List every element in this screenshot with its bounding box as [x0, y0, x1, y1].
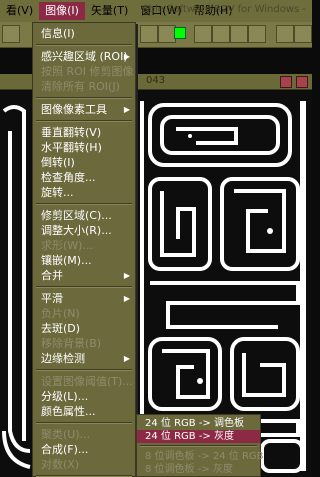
menu-item[interactable]: 合成(F)... — [33, 442, 135, 457]
menu-separator — [36, 286, 132, 288]
menu-item-label: 合并 — [41, 269, 63, 282]
menu-item[interactable]: 图像像素工具 ▶ — [33, 102, 135, 117]
submenu-item[interactable]: 24 位 RGB -> 灰度 — [137, 430, 260, 443]
menu-separator — [36, 369, 132, 371]
pointer-icon[interactable] — [276, 25, 294, 43]
menu-item[interactable]: 感兴趣区域 (ROI) ▶ — [33, 49, 135, 64]
menu-separator — [36, 203, 132, 205]
menu-item[interactable]: 平滑 ▶ — [33, 291, 135, 306]
submenu-arrow-icon: ▶ — [123, 294, 130, 303]
menu-image[interactable]: 图像(I) — [39, 2, 85, 20]
menu-item[interactable]: 对数(X) — [33, 457, 135, 472]
menu-item-label: 边缘检测 — [41, 352, 85, 365]
menu-item[interactable]: 分级(L)... — [33, 389, 135, 404]
menu-item-label: 去斑(D) — [41, 322, 81, 335]
convert-submenu: 24 位 RGB -> 调色板 24 位 RGB -> 灰度 8 位调色板 -> 2… — [136, 414, 264, 477]
menu-item-label: 水平翻转(H) — [41, 141, 102, 154]
menu-item-label: 垂直翻转(V) — [41, 126, 102, 139]
menu-item-label: 镶嵌(M)... — [41, 254, 92, 267]
toolbar-button[interactable] — [140, 25, 158, 43]
menu-item[interactable]: 水平翻转(H) — [33, 140, 135, 155]
menu-item[interactable]: 求形(W)... — [33, 238, 135, 253]
menu-item-label: 倒转(I) — [41, 156, 75, 169]
menu-item-label: 分级(L)... — [41, 390, 89, 403]
menu-item-label: 合成(F)... — [41, 443, 89, 456]
submenu-item[interactable]: 8 位调色板 -> 灰度 — [137, 463, 260, 476]
submenu-item[interactable]: 8 位调色板 -> 24 位 RGB — [137, 450, 264, 463]
menu-item-label: 感兴趣区域 (ROI) — [41, 50, 128, 63]
toolbar-button[interactable] — [230, 25, 248, 43]
menu-item[interactable]: 聚类(U)... — [33, 427, 135, 442]
submenu-arrow-icon: ▶ — [123, 354, 130, 363]
menu-item[interactable]: 垂直翻转(V) — [33, 125, 135, 140]
search-icon[interactable] — [2, 25, 20, 43]
menu-item[interactable]: 检查角度... — [33, 170, 135, 185]
menu-separator — [36, 97, 132, 99]
menu-item-label: 修剪区域(C)... — [41, 209, 112, 222]
menu-item-label: 聚类(U)... — [41, 428, 91, 441]
menu-separator — [36, 120, 132, 122]
menu-item-label: 负片(N) — [41, 307, 80, 320]
menu-item[interactable]: 旋转... — [33, 185, 135, 200]
menu-item-label: 旋转... — [41, 186, 74, 199]
menu-item[interactable]: 设置图像阈值(T)... — [33, 374, 135, 389]
menu-item[interactable]: 调整大小(R)... — [33, 223, 135, 238]
submenu-item[interactable]: 24 位 RGB -> 调色板 — [137, 417, 260, 430]
color-swatch-icon[interactable] — [174, 27, 186, 39]
menu-item[interactable]: 负片(N) — [33, 306, 135, 321]
toolbar-button[interactable] — [212, 25, 230, 43]
app-title: Able Software R2V for Windows - — [141, 4, 306, 15]
menu-item[interactable]: 修剪区域(C)... — [33, 208, 135, 223]
submenu-arrow-icon: ▶ — [123, 52, 130, 61]
minimize-button[interactable] — [280, 76, 292, 88]
menu-item-label: 求形(W)... — [41, 239, 93, 252]
menu-item-label: 调整大小(R)... — [41, 224, 112, 237]
maximize-button[interactable] — [296, 76, 308, 88]
menu-item-label: 图像像素工具 — [41, 103, 107, 116]
menu-item[interactable]: 去斑(D) — [33, 321, 135, 336]
menu-item-label: 平滑 — [41, 292, 63, 305]
menu-bar: 看(V) 图像(I) 矢量(T) 窗口(W) 帮助(H) Able Softwa… — [0, 0, 312, 22]
menu-separator — [36, 422, 132, 424]
image-dropdown-menu: 信息(I) 感兴趣区域 (ROI) ▶ 按照 ROI 修剪图像 清除所有 ROI(J) 图… — [32, 22, 136, 477]
menu-item-label: 对数(X) — [41, 458, 80, 471]
menu-item-label: 移除背景(B) — [41, 337, 102, 350]
menu-item[interactable]: 颜色属性... — [33, 404, 135, 419]
menu-item[interactable]: 边缘检测 ▶ — [33, 351, 135, 366]
submenu-arrow-icon: ▶ — [123, 105, 130, 114]
menu-item-label: 颜色属性... — [41, 405, 96, 418]
menu-item[interactable]: 按照 ROI 修剪图像 — [33, 64, 135, 79]
menu-item[interactable]: 清除所有 ROI(J) — [33, 79, 135, 94]
app-window: 看(V) 图像(I) 矢量(T) 窗口(W) 帮助(H) Able Softwa… — [0, 0, 312, 477]
menu-separator — [36, 44, 132, 46]
menu-vector[interactable]: 矢量(T) — [85, 2, 134, 20]
menu-item-label: 清除所有 ROI(J) — [41, 80, 120, 93]
menu-item-label: 检查角度... — [41, 171, 96, 184]
menu-view[interactable]: 看(V) — [0, 2, 39, 20]
toolbar-button[interactable] — [194, 25, 212, 43]
menu-item-label: 信息(I) — [41, 27, 75, 40]
toolbar-button[interactable] — [248, 25, 266, 43]
menu-item[interactable]: 镶嵌(M)... — [33, 253, 135, 268]
menu-item[interactable]: 移除背景(B) — [33, 336, 135, 351]
child-window-title: 043 — [146, 75, 166, 86]
menu-item[interactable]: 信息(I) — [33, 26, 135, 41]
submenu-arrow-icon: ▶ — [123, 271, 130, 280]
menu-separator — [140, 445, 257, 447]
menu-item-label: 按照 ROI 修剪图像 — [41, 65, 134, 78]
toolbar-button[interactable] — [294, 25, 312, 43]
menu-item[interactable]: 倒转(I) — [33, 155, 135, 170]
menu-item-label: 设置图像阈值(T)... — [41, 375, 133, 388]
menu-item[interactable]: 合并 ▶ — [33, 268, 135, 283]
